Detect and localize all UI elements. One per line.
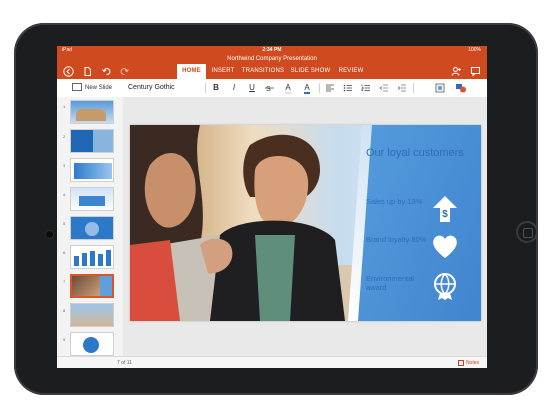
notes-icon [457,359,464,366]
slide-thumbnail[interactable] [70,187,114,211]
notes-button[interactable]: Notes [457,357,479,368]
font-name-field[interactable]: Century Gothic [128,83,202,93]
bold-button[interactable]: B [211,83,221,93]
arrange-icon[interactable] [435,83,445,93]
slide-heading: Our loyal customers [366,147,464,159]
svg-text:S: S [266,86,271,93]
highlight-a-glyph: A [285,83,291,94]
slide-thumbnail-selected[interactable] [70,274,114,298]
thumbnail-number: 7 [63,279,66,284]
globe-award-icon [430,271,460,301]
font-color-button[interactable]: A [301,83,313,94]
slide-thumbnail-pane: 1 2 3 4 5 6 7 8 9 [57,97,124,356]
battery-label: 100% [468,47,481,53]
comment-icon[interactable] [470,66,481,77]
slide-thumbnail[interactable] [70,158,114,182]
numbered-list-icon[interactable] [361,83,371,93]
current-slide[interactable]: Our loyal customers Sales up by 13% $ Br… [130,125,481,321]
thumbnail-number: 5 [63,221,66,226]
app-toolbar: HOME INSERT TRANSITIONS SLIDE SHOW REVIE… [57,64,487,79]
tab-insert[interactable]: INSERT [208,64,238,79]
tab-transitions[interactable]: TRANSITIONS [240,64,286,79]
status-bar: iPad 2:34 PM 100% [57,46,487,54]
new-slide-icon [71,83,82,92]
thumbnail-number: 1 [63,104,66,109]
ribbon-divider [205,83,206,93]
slide-thumbnail[interactable] [70,245,114,269]
tab-home[interactable]: HOME [177,64,206,79]
ribbon-divider [413,83,414,93]
tab-review[interactable]: REVIEW [336,64,366,79]
stat-environmental-award: Environmental award [366,274,414,292]
slide-page-indicator: 7 of 11 [117,360,132,366]
thumbnail-number: 6 [63,250,66,255]
slide-thumbnail[interactable] [70,129,114,153]
underline-button[interactable]: U [247,83,257,93]
thumbnail-number: 4 [63,192,66,197]
status-footer: 7 of 11 Notes [57,356,487,368]
ribbon-divider [319,83,320,93]
slide-thumbnail[interactable] [70,216,114,240]
svg-text:$: $ [442,209,448,220]
slide-thumbnail[interactable] [70,332,114,356]
slide-thumbnail[interactable] [70,100,114,124]
thumbnail-number: 9 [63,337,66,342]
home-ribbon: New Slide Century Gothic B I U S A A [57,79,487,98]
align-left-icon[interactable] [325,83,335,93]
undo-icon[interactable] [101,66,112,77]
thumbnail-number: 3 [63,163,66,168]
powerpoint-screen: iPad 2:34 PM 100% Northwind Company Pres… [57,46,487,368]
share-person-icon[interactable] [451,66,462,77]
thumbnail-number: 2 [63,134,66,139]
stat-sales: Sales up by 13% [366,197,423,206]
text-highlight-button[interactable]: A [283,83,293,94]
document-title: Northwind Company Presentation [57,54,487,64]
file-icon[interactable] [82,66,93,77]
notes-label: Notes [465,360,479,366]
bullet-list-icon[interactable] [343,83,353,93]
italic-button[interactable]: I [229,83,239,93]
tab-slide-show[interactable]: SLIDE SHOW [289,64,332,79]
thumbnail-number: 8 [63,308,66,313]
redo-icon[interactable] [119,66,130,77]
font-color-a-glyph: A [304,83,310,94]
shapes-icon[interactable] [455,83,467,93]
front-camera [45,230,54,239]
home-button[interactable] [516,221,538,243]
stat-brand-loyalty: Brand loyalty 80% [366,235,427,244]
new-slide-label: New Slide [84,85,112,91]
slide-thumbnail[interactable] [70,303,114,327]
increase-indent-icon[interactable] [397,83,407,93]
dollar-up-arrow-icon: $ [430,194,460,224]
status-time: 2:34 PM [262,47,282,53]
decrease-indent-icon[interactable] [379,83,389,93]
slide-editing-canvas: Our loyal customers Sales up by 13% $ Br… [123,97,487,356]
back-icon[interactable] [63,66,74,77]
heart-icon [430,231,460,261]
new-slide-button[interactable]: New Slide [63,83,121,93]
strikethrough-icon[interactable]: S [265,83,275,93]
